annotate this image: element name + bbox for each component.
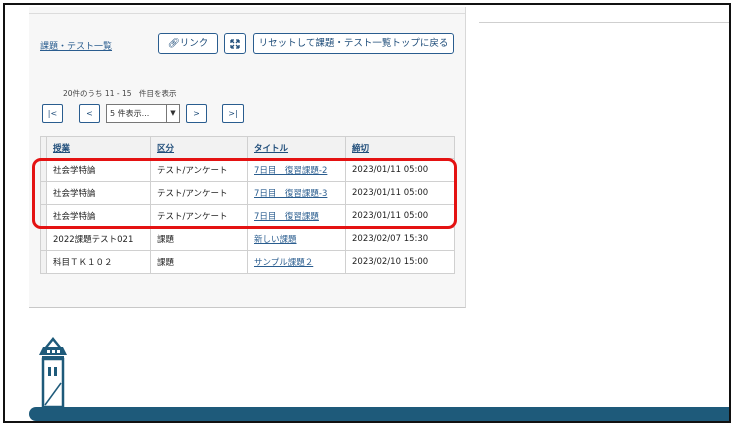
cell-deadline: 2023/01/11 05:00	[345, 204, 455, 228]
table-row: 科目ＴＫ１０２ 課題 サンプル課題２ 2023/02/10 15:00	[40, 250, 455, 274]
title-link[interactable]: 7日目 復習課題	[254, 212, 319, 222]
cell-kind: テスト/アンケート	[150, 158, 248, 182]
cell-deadline: 2023/02/10 15:00	[345, 250, 455, 274]
assignment-list-link[interactable]: 課題・テスト一覧	[40, 39, 112, 52]
cell-class: 社会学特論	[46, 181, 151, 205]
first-page-button[interactable]: |<	[42, 104, 63, 123]
column-header-class[interactable]: 授業	[46, 136, 151, 159]
cell-deadline: 2023/01/11 05:00	[345, 181, 455, 205]
assignment-panel: 課題・テスト一覧 🔗︎リンク リセットして課題・テスト一覧トップに戻る 20件の…	[29, 7, 466, 308]
building-logo	[39, 337, 67, 409]
title-link[interactable]: 7日目 復習課題-2	[254, 166, 327, 176]
table-row: 社会学特論 テスト/アンケート 7日目 復習課題-3 2023/01/11 05…	[40, 181, 455, 205]
sort-class-link[interactable]: 授業	[53, 144, 70, 154]
assignment-table: 授業 区分 タイトル 締切 社会学特論 テスト/アンケート 7日目 復習課題-2…	[40, 136, 455, 274]
table-header-row: 授業 区分 タイトル 締切	[40, 136, 455, 159]
cell-class: 2022課題テスト021	[46, 227, 151, 251]
column-header-title[interactable]: タイトル	[247, 136, 346, 159]
table-row: 社会学特論 テスト/アンケート 7日目 復習課題-2 2023/01/11 05…	[40, 158, 455, 182]
cell-title: サンプル課題２	[247, 250, 346, 274]
cell-title: 新しい課題	[247, 227, 346, 251]
link-button[interactable]: 🔗︎リンク	[158, 33, 218, 54]
table-row: 2022課題テスト021 課題 新しい課題 2023/02/07 15:30	[40, 227, 455, 251]
prev-page-button[interactable]: <	[79, 104, 100, 123]
footer-bar	[29, 407, 729, 421]
cell-title: 7日目 復習課題	[247, 204, 346, 228]
page-size-select[interactable]: 5 件表示... ▼	[106, 104, 180, 123]
cell-deadline: 2023/02/07 15:30	[345, 227, 455, 251]
cell-kind: 課題	[150, 250, 248, 274]
title-link[interactable]: サンプル課題２	[254, 258, 313, 268]
table-row: 社会学特論 テスト/アンケート 7日目 復習課題 2023/01/11 05:0…	[40, 204, 455, 228]
next-page-button[interactable]: >	[186, 104, 207, 123]
expand-button[interactable]	[224, 33, 246, 54]
cell-title: 7日目 復習課題-3	[247, 181, 346, 205]
column-header-kind[interactable]: 区分	[150, 136, 248, 159]
result-summary: 20件のうち 11 - 15 件目を表示	[63, 89, 177, 98]
cell-kind: テスト/アンケート	[150, 204, 248, 228]
page-size-value: 5 件表示...	[110, 109, 150, 118]
cell-deadline: 2023/01/11 05:00	[345, 158, 455, 182]
cell-kind: テスト/アンケート	[150, 181, 248, 205]
title-link[interactable]: 7日目 復習課題-3	[254, 189, 327, 199]
sort-title-link[interactable]: タイトル	[254, 144, 288, 154]
pager: |< < 5 件表示... ▼ > >|	[29, 104, 259, 124]
link-button-label: リンク	[179, 38, 209, 49]
cell-class: 社会学特論	[46, 158, 151, 182]
sort-deadline-link[interactable]: 締切	[352, 144, 369, 154]
divider	[479, 22, 729, 23]
screenshot-frame: 課題・テスト一覧 🔗︎リンク リセットして課題・テスト一覧トップに戻る 20件の…	[3, 3, 731, 423]
link-icon: 🔗︎	[167, 38, 180, 49]
divider	[29, 13, 465, 14]
title-link[interactable]: 新しい課題	[254, 235, 297, 245]
reset-to-top-button[interactable]: リセットして課題・テスト一覧トップに戻る	[253, 33, 454, 54]
cell-class: 社会学特論	[46, 204, 151, 228]
cell-class: 科目ＴＫ１０２	[46, 250, 151, 274]
cell-kind: 課題	[150, 227, 248, 251]
last-page-button[interactable]: >|	[222, 104, 244, 123]
cell-title: 7日目 復習課題-2	[247, 158, 346, 182]
column-header-deadline[interactable]: 締切	[345, 136, 455, 159]
sort-kind-link[interactable]: 区分	[157, 144, 174, 154]
chevron-down-icon: ▼	[166, 105, 179, 122]
expand-icon	[230, 39, 240, 49]
